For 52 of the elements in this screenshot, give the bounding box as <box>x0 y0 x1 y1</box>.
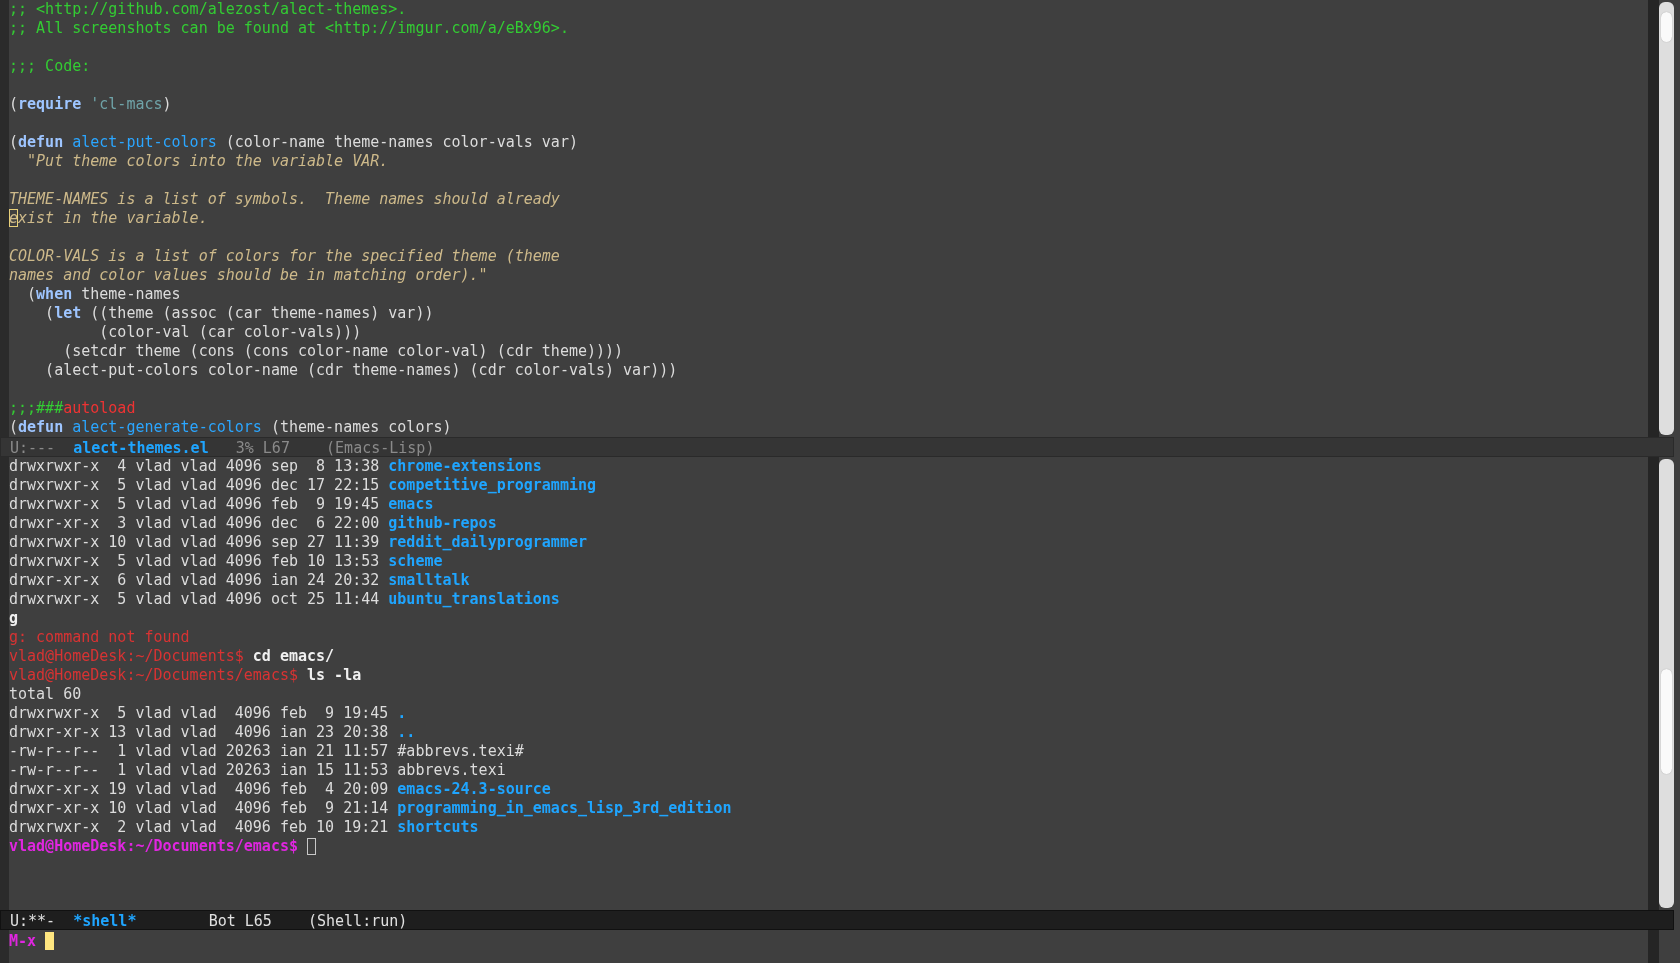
shell-line: drwxr-xr-x 13 vlad vlad 4096 ian 23 20:38 .. <box>9 723 416 742</box>
code-line: (let ((theme (assoc (car theme-names) var)) <box>44 304 434 323</box>
scrollbar-thumb[interactable] <box>1661 12 1672 42</box>
scrollbar[interactable] <box>1659 2 1674 435</box>
shell-line: -rw-r--r-- 1 vlad vlad 20263 ian 21 11:57 #abbrevs.texi# <box>9 742 524 761</box>
minibuffer-prompt: M-x <box>9 932 37 951</box>
shell-line: -rw-r--r-- 1 vlad vlad 20263 ian 15 11:53 abbrevs.texi <box>9 761 506 780</box>
shell-line: drwxrwxr-x 5 vlad vlad 4096 feb 9 19:45 emacs <box>9 495 434 514</box>
shell-line: drwxrwxr-x 5 vlad vlad 4096 feb 10 13:53 scheme <box>9 552 443 571</box>
code-line: COLOR-VALS is a list of colors for the specified theme (theme <box>9 247 560 266</box>
code-line: "Put theme colors into the variable VAR. <box>26 152 389 171</box>
shell-line: vlad@HomeDesk:~/Documents/emacs$ ls -la <box>9 666 362 685</box>
shell-line: drwxr-xr-x 10 vlad vlad 4096 feb 9 21:14 programming_in_emacs_lisp_3rd_edition <box>9 799 732 818</box>
shell-line: drwxr-xr-x 3 vlad vlad 4096 dec 6 22:00 github-repos <box>9 514 497 533</box>
code-line: names and color values should be in matching order)." <box>9 266 488 285</box>
shell-line: vlad@HomeDesk:~/Documents$ cd emacs/ <box>9 647 335 666</box>
shell-line: total 60 <box>9 685 82 704</box>
major-mode: (Emacs-Lisp) <box>326 438 435 456</box>
code-line: (defun alect-put-colors (color-name theme-names color-vals var) <box>9 133 578 152</box>
code-line: ;; <http://github.com/alezost/alect-themes>. <box>9 0 407 19</box>
shell-line: vlad@HomeDesk:~/Documents/emacs$ <box>9 837 298 856</box>
code-line: (setcdr theme (cons (cons color-name color-val) (cdr theme)))) <box>62 342 624 361</box>
buffer-name: alect-themes.el <box>73 438 209 456</box>
code-line: (require 'cl-macs) <box>9 95 172 114</box>
left-fringe <box>0 930 9 963</box>
code-line: (when theme-names <box>26 285 181 304</box>
code-line: (defun alect-generate-colors (theme-names colors) <box>9 418 452 437</box>
code-line: ;; All screenshots can be found at <http://imgur.com/a/eBx96>. <box>9 19 569 38</box>
cursor-position: 3% L67 <box>235 438 290 456</box>
scrollbar-thumb[interactable] <box>1661 669 1672 774</box>
cursor-position: Bot L65 <box>208 911 272 929</box>
code-line: THEME-NAMES is a list of symbols. Theme names should already <box>9 190 560 209</box>
code-line: exist in the variable. <box>9 209 208 228</box>
code-line: (color-val (car color-vals))) <box>98 323 362 342</box>
status-flags: U:--- <box>10 438 56 456</box>
code-line: ;;; Code: <box>9 57 91 76</box>
shell-line: g: command not found <box>9 628 190 647</box>
buffer-name: *shell* <box>73 911 138 929</box>
shell-line: drwxrwxr-x 10 vlad vlad 4096 sep 27 11:39 reddit_dailyprogrammer <box>9 533 587 552</box>
code-line: ;;;###autoload <box>9 399 136 418</box>
shell-line: drwxrwxr-x 2 vlad vlad 4096 feb 10 19:21 shortcuts <box>9 818 479 837</box>
scrollbar[interactable] <box>1659 459 1674 908</box>
shell-line: g <box>9 609 19 628</box>
shell-line: drwxrwxr-x 4 vlad vlad 4096 sep 8 13:38 chrome-extensions <box>9 457 542 476</box>
shell-line: drwxrwxr-x 5 vlad vlad 4096 feb 9 19:45 . <box>9 704 407 723</box>
code-line: (alect-put-colors color-name (cdr theme-names) (cdr color-vals) var))) <box>44 361 678 380</box>
shell-line: drwxrwxr-x 5 vlad vlad 4096 oct 25 11:44 ubuntu_translations <box>9 590 560 609</box>
shell-line: drwxr-xr-x 6 vlad vlad 4096 ian 24 20:32 smalltalk <box>9 571 470 590</box>
shell-line: drwxr-xr-x 19 vlad vlad 4096 feb 4 20:09 emacs-24.3-source <box>9 780 551 799</box>
shell-line: drwxrwxr-x 5 vlad vlad 4096 dec 17 22:15 competitive_programming <box>9 476 596 495</box>
status-flags: U:**- <box>10 911 56 929</box>
major-mode: (Shell:run) <box>307 911 408 929</box>
